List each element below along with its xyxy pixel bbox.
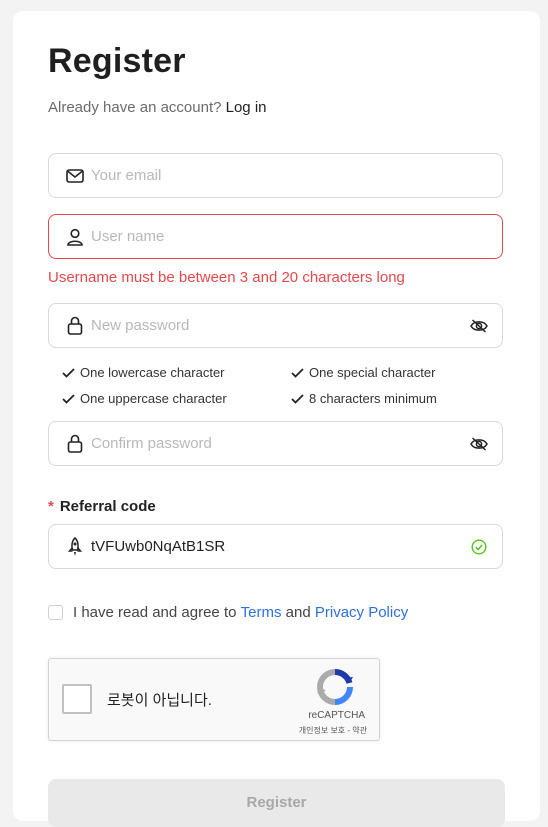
- rule-lowercase: One lowercase character: [62, 365, 225, 380]
- rule-text: One special character: [309, 365, 436, 380]
- login-link[interactable]: Log in: [226, 99, 267, 116]
- username-error: Username must be between 3 and 20 charac…: [48, 269, 405, 286]
- rule-text: 8 characters minimum: [309, 391, 437, 406]
- username-field[interactable]: [48, 214, 503, 259]
- agreement-and: and: [285, 604, 311, 621]
- privacy-policy-link[interactable]: Privacy Policy: [315, 604, 408, 621]
- required-mark: *: [48, 498, 54, 515]
- check-icon: [291, 367, 304, 378]
- rule-text: One uppercase character: [80, 391, 227, 406]
- rule-special: One special character: [291, 365, 435, 380]
- mail-icon: [65, 166, 85, 186]
- recaptcha-checkbox[interactable]: [62, 684, 92, 714]
- email-field[interactable]: [48, 153, 503, 198]
- register-button[interactable]: Register: [48, 779, 505, 827]
- rocket-icon: [65, 536, 85, 557]
- referral-label-text: Referral code: [59, 498, 156, 515]
- rule-uppercase: One uppercase character: [62, 391, 227, 406]
- username-input[interactable]: [91, 215, 454, 258]
- check-icon: [291, 393, 304, 404]
- login-prompt: Already have an account? Log in: [48, 99, 267, 116]
- recaptcha-links[interactable]: 개인정보 보호 - 약관: [299, 725, 367, 736]
- referral-label: * Referral code: [48, 498, 156, 515]
- check-icon: [62, 367, 75, 378]
- recaptcha-brand: reCAPTCHA: [308, 710, 365, 721]
- referral-field[interactable]: [48, 524, 503, 569]
- email-input[interactable]: [91, 154, 454, 197]
- terms-link[interactable]: Terms: [241, 604, 282, 621]
- referral-input[interactable]: [91, 525, 454, 568]
- recaptcha-widget: 로봇이 아닙니다. reCAPTCHA 개인정보 보호 - 약관: [48, 658, 380, 741]
- user-icon: [65, 227, 85, 247]
- rule-length: 8 characters minimum: [291, 391, 437, 406]
- eye-off-icon[interactable]: [468, 315, 490, 337]
- confirm-password-input[interactable]: [91, 422, 454, 465]
- check-circle-icon: [468, 536, 490, 558]
- lock-icon: [65, 316, 85, 336]
- confirm-password-field[interactable]: [48, 421, 503, 466]
- eye-off-icon[interactable]: [468, 433, 490, 455]
- agreement-checkbox[interactable]: [48, 605, 63, 620]
- agreement-text: I have read and agree to: [73, 604, 237, 621]
- recaptcha-label: 로봇이 아닙니다.: [107, 692, 212, 709]
- password-field[interactable]: [48, 303, 503, 348]
- agreement-row: I have read and agree to Terms and Priva…: [48, 604, 408, 621]
- login-prompt-text: Already have an account?: [48, 99, 222, 116]
- password-input[interactable]: [91, 304, 454, 347]
- rule-text: One lowercase character: [80, 365, 225, 380]
- check-icon: [62, 393, 75, 404]
- recaptcha-logo-icon: [317, 669, 353, 705]
- lock-icon: [65, 434, 85, 454]
- page-title: Register: [48, 42, 186, 80]
